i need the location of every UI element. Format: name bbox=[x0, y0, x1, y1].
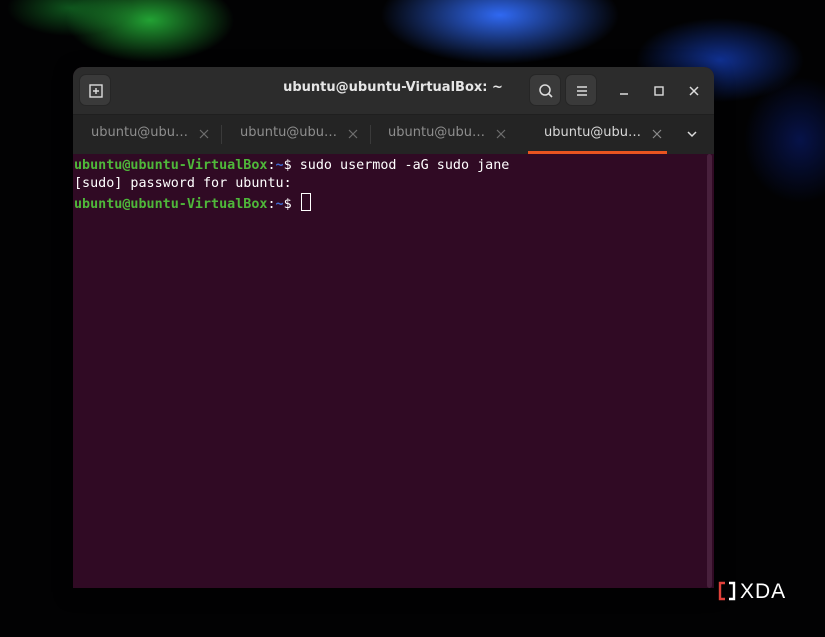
text-cursor bbox=[300, 193, 311, 211]
xda-logo-icon bbox=[718, 581, 736, 601]
scrollbar[interactable] bbox=[707, 154, 712, 588]
maximize-icon bbox=[654, 86, 664, 96]
terminal-line: ubuntu@ubuntu-VirtualBox:~$ bbox=[74, 193, 311, 214]
search-button[interactable] bbox=[529, 74, 561, 106]
tab-close-icon[interactable] bbox=[347, 128, 359, 140]
command-text: sudo usermod -aG sudo jane bbox=[299, 158, 510, 173]
menu-button[interactable] bbox=[565, 74, 597, 106]
prompt-symbol: $ bbox=[283, 158, 300, 173]
prompt-user: ubuntu@ubuntu-VirtualBox bbox=[74, 158, 268, 173]
prompt-path: ~ bbox=[275, 197, 284, 212]
prompt-symbol: $ bbox=[283, 197, 300, 212]
terminal-content[interactable]: ubuntu@ubuntu-VirtualBox:~$ sudo usermod… bbox=[73, 154, 714, 588]
xda-watermark: XDA bbox=[717, 579, 797, 603]
tab-label: ubuntu@ubuntu-VirtualBox: ~ bbox=[240, 125, 338, 140]
tab-label: ubuntu@ubuntu-VirtualBox: ~ bbox=[91, 125, 189, 140]
search-icon bbox=[539, 84, 553, 98]
tab-label: ubuntu@ubuntu-VirtualBox: ~ bbox=[544, 125, 642, 140]
hamburger-menu-icon bbox=[577, 86, 587, 96]
terminal-line: ubuntu@ubuntu-VirtualBox:~$ sudo usermod… bbox=[74, 157, 509, 175]
tab-label: ubuntu@ubuntu-VirtualBox: ~ bbox=[388, 125, 486, 140]
prompt-path: ~ bbox=[275, 158, 284, 173]
prompt-separator: : bbox=[267, 197, 276, 212]
prompt-user: ubuntu@ubuntu-VirtualBox bbox=[74, 197, 268, 212]
tab-4-active[interactable]: ubuntu@ubuntu-VirtualBox: ~ bbox=[526, 115, 671, 154]
terminal-window: ubuntu@ubuntu-VirtualBox: ~ ubuntu@ubunt… bbox=[73, 67, 714, 588]
minimize-button[interactable] bbox=[614, 81, 634, 101]
prompt-separator: : bbox=[267, 158, 276, 173]
close-button[interactable] bbox=[684, 81, 704, 101]
maximize-button[interactable] bbox=[649, 81, 669, 101]
tab-close-icon[interactable] bbox=[198, 128, 210, 140]
xda-logo-text: XDA bbox=[740, 580, 787, 603]
tab-close-icon[interactable] bbox=[495, 128, 507, 140]
tab-2[interactable]: ubuntu@ubuntu-VirtualBox: ~ bbox=[222, 115, 367, 154]
new-tab-icon bbox=[89, 84, 103, 98]
terminal-line: [sudo] password for ubuntu: bbox=[74, 175, 292, 193]
tab-close-icon[interactable] bbox=[651, 128, 663, 140]
minimize-icon bbox=[620, 93, 628, 95]
tab-1[interactable]: ubuntu@ubuntu-VirtualBox: ~ bbox=[73, 115, 218, 154]
new-tab-button[interactable] bbox=[79, 74, 111, 106]
window-title: ubuntu@ubuntu-VirtualBox: ~ bbox=[283, 80, 503, 95]
tab-bar: ubuntu@ubuntu-VirtualBox: ~ ubuntu@ubunt… bbox=[73, 115, 714, 154]
output-text: [sudo] password for ubuntu: bbox=[74, 176, 292, 191]
close-icon bbox=[689, 86, 699, 96]
tab-3[interactable]: ubuntu@ubuntu-VirtualBox: ~ bbox=[370, 115, 515, 154]
header-bar: ubuntu@ubuntu-VirtualBox: ~ bbox=[73, 67, 714, 115]
chevron-down-icon[interactable] bbox=[685, 127, 699, 141]
